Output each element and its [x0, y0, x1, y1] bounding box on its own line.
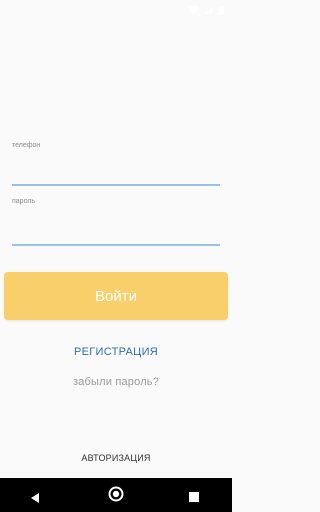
login-button-label: Войти — [95, 287, 137, 305]
back-icon[interactable] — [30, 490, 40, 508]
status-bar — [0, 0, 232, 20]
home-icon[interactable] — [108, 486, 124, 507]
battery-icon — [219, 5, 224, 15]
signal-icon — [205, 6, 213, 14]
recent-apps-icon[interactable] — [189, 489, 199, 507]
wifi-icon — [188, 5, 199, 15]
phone-label: телефон — [12, 142, 41, 149]
tab-authorization[interactable]: АВТОРИЗАЦИЯ — [0, 453, 232, 463]
forgot-password-link[interactable]: забыли пароль? — [0, 376, 232, 388]
navigation-bar — [0, 478, 232, 512]
password-input[interactable] — [12, 228, 220, 246]
phone-input[interactable] — [12, 168, 220, 186]
login-button[interactable]: Войти — [4, 272, 228, 320]
register-link[interactable]: РЕГИСТРАЦИЯ — [0, 346, 232, 358]
password-label: пароль — [12, 198, 36, 205]
